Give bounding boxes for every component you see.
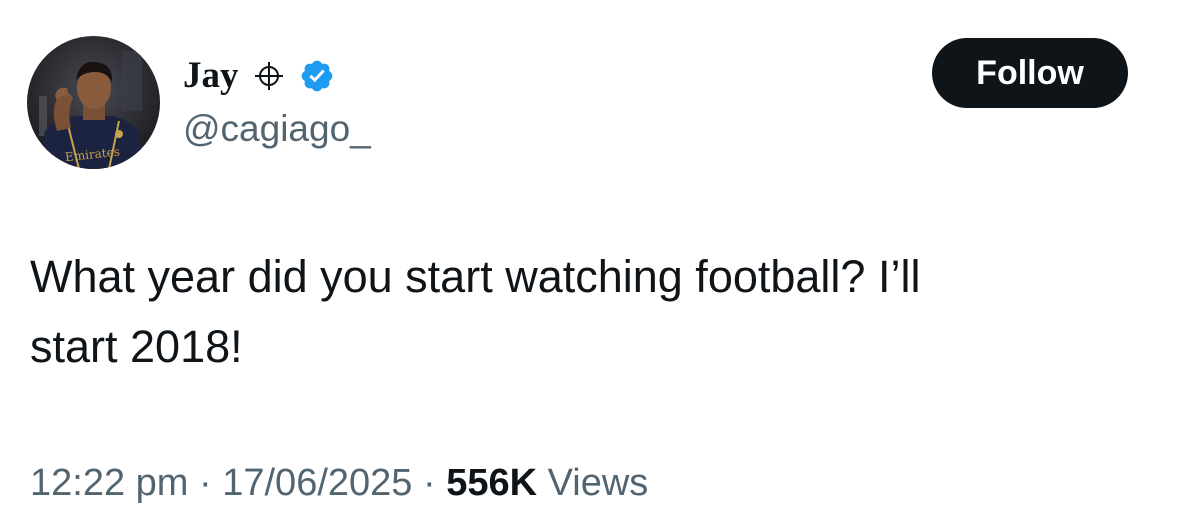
tweet-card: Emirates Jay @cagiago_ Follow What year …	[0, 0, 1178, 531]
tweet-meta: 12:22 pm · 17/06/2025 · 556K Views	[30, 459, 648, 507]
tweet-text: What year did you start watching footbal…	[30, 242, 1150, 382]
author-handle[interactable]: @cagiago_	[183, 106, 371, 152]
avatar-image: Emirates	[27, 36, 160, 169]
display-name[interactable]: Jay	[183, 52, 239, 100]
tweet-time[interactable]: 12:22 pm	[30, 462, 188, 504]
views-count: 556K	[446, 462, 538, 504]
verified-badge-icon[interactable]	[299, 58, 335, 94]
tweet-text-line: What year did you start watching footbal…	[30, 251, 921, 302]
tweet-text-line: start 2018!	[30, 321, 243, 372]
meta-separator: ·	[199, 462, 212, 504]
tweet-date[interactable]: 17/06/2025	[222, 462, 412, 504]
author-name-row: Jay	[183, 52, 335, 100]
meta-separator: ·	[422, 462, 436, 504]
follow-button[interactable]: Follow	[932, 38, 1128, 108]
avatar[interactable]: Emirates	[27, 36, 160, 169]
crosshair-icon	[253, 60, 285, 92]
views-label: Views	[547, 462, 649, 504]
